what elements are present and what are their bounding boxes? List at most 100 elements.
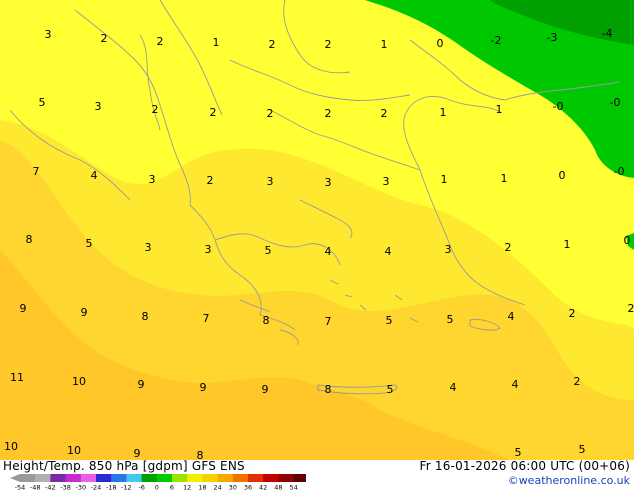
isotherm-label: 9 bbox=[262, 383, 269, 396]
scale-swatch bbox=[126, 474, 142, 482]
scale-swatch bbox=[263, 474, 279, 482]
isotherm-label: 4 bbox=[385, 245, 392, 258]
scale-swatch bbox=[65, 474, 82, 482]
isotherm-label: 5 bbox=[447, 313, 454, 326]
isotherm-label: 7 bbox=[203, 312, 210, 325]
scale-label: -24 bbox=[91, 484, 102, 490]
isotherm-label: 3 bbox=[95, 100, 102, 113]
isotherm-label: 7 bbox=[33, 165, 40, 178]
isotherm-label: 1 bbox=[501, 172, 508, 185]
isotherm-label: 8 bbox=[263, 314, 270, 327]
isotherm-label: -0 bbox=[610, 96, 621, 109]
scale-label: 42 bbox=[259, 484, 267, 490]
scale-label: -12 bbox=[121, 484, 132, 490]
scale-label: 6 bbox=[170, 484, 174, 490]
isotherm-label: 5 bbox=[515, 446, 522, 459]
scale-swatch bbox=[20, 474, 36, 482]
isotherm-label: 11 bbox=[10, 371, 24, 384]
scale-label: -6 bbox=[138, 484, 144, 490]
map-title: Height/Temp. 850 hPa [gdpm] GFS ENS bbox=[3, 459, 245, 473]
map-footer: Height/Temp. 850 hPa [gdpm] GFS ENS Fr 1… bbox=[0, 459, 634, 490]
isotherm-label: 1 bbox=[381, 38, 388, 51]
scale-swatch bbox=[217, 474, 234, 482]
isotherm-label: 7 bbox=[325, 315, 332, 328]
isotherm-label: 2 bbox=[157, 35, 164, 48]
isotherm-label: 1 bbox=[496, 103, 503, 116]
color-scale-legend: -54 -48 -42 -38 -30 -24 -18 -12 -6 0 6 12 18 24 30 36 42… bbox=[10, 474, 306, 490]
scale-label: 12 bbox=[183, 484, 191, 490]
isotherm-label: -0 bbox=[553, 100, 564, 113]
isotherm-label: 2 bbox=[325, 107, 332, 120]
scale-labels: -54 -48 -42 -38 -30 -24 -18 -12 -6 0 6 12 18 24 30 36 42… bbox=[15, 484, 298, 490]
isotherm-label: 8 bbox=[325, 383, 332, 396]
scale-swatch bbox=[187, 474, 203, 482]
isotherm-label: 1 bbox=[440, 106, 447, 119]
isotherm-label: 5 bbox=[386, 314, 393, 327]
isotherm-label: 2 bbox=[628, 302, 634, 315]
isotherm-label: 4 bbox=[91, 169, 98, 182]
scale-label: -30 bbox=[75, 484, 86, 490]
isotherm-label: 8 bbox=[142, 310, 149, 323]
isotherm-label: 3 bbox=[205, 243, 212, 256]
isotherm-label: 2 bbox=[325, 38, 332, 51]
scale-swatch bbox=[141, 474, 158, 482]
scale-swatch bbox=[50, 474, 66, 482]
isotherm-label: 4 bbox=[512, 378, 519, 391]
scale-label: 18 bbox=[198, 484, 206, 490]
scale-label: 30 bbox=[229, 484, 237, 490]
isotherm-label: 3 bbox=[145, 241, 152, 254]
scale-swatch bbox=[232, 474, 249, 482]
isotherm-label: 2 bbox=[569, 307, 576, 320]
isotherm-label: 2 bbox=[267, 107, 274, 120]
scale-swatch bbox=[111, 474, 127, 482]
isotherm-label: 2 bbox=[152, 103, 159, 116]
isotherm-label: 4 bbox=[508, 310, 515, 323]
isotherm-label: 5 bbox=[387, 383, 394, 396]
isotherm-label: 2 bbox=[210, 106, 217, 119]
scale-swatch bbox=[293, 474, 306, 482]
scale-swatch bbox=[172, 474, 188, 482]
scale-label: -18 bbox=[106, 484, 117, 490]
isotherm-label: 3 bbox=[149, 173, 156, 186]
scale-swatch bbox=[35, 474, 51, 482]
isotherm-label: 3 bbox=[445, 243, 452, 256]
isotherm-label: 2 bbox=[574, 375, 581, 388]
isotherm-label: 5 bbox=[86, 237, 93, 250]
isotherm-label: -4 bbox=[602, 27, 613, 40]
isotherm-label: 1 bbox=[564, 238, 571, 251]
scale-label: -38 bbox=[60, 484, 71, 490]
isotherm-label: 3 bbox=[383, 175, 390, 188]
scale-swatch bbox=[278, 474, 294, 482]
isotherm-label: 2 bbox=[381, 107, 388, 120]
scale-swatch bbox=[202, 474, 218, 482]
scale-label: 0 bbox=[155, 484, 159, 490]
isotherm-label: 3 bbox=[267, 175, 274, 188]
isotherm-label: 4 bbox=[450, 381, 457, 394]
isotherm-label: 3 bbox=[325, 176, 332, 189]
scale-swatch bbox=[248, 474, 264, 482]
isotherm-label: 0 bbox=[624, 234, 631, 247]
scale-label: 48 bbox=[274, 484, 282, 490]
scale-swatch bbox=[96, 474, 112, 482]
isotherm-label: 5 bbox=[265, 244, 272, 257]
site-credit[interactable]: ©weatheronline.co.uk bbox=[508, 474, 630, 487]
isotherm-label: 2 bbox=[207, 174, 214, 187]
isotherm-label: 5 bbox=[39, 96, 46, 109]
isotherm-label: -0 bbox=[614, 165, 625, 178]
scale-label: -54 bbox=[15, 484, 26, 490]
isotherm-label: 9 bbox=[81, 306, 88, 319]
isotherm-label: 1 bbox=[441, 173, 448, 186]
scale-label: 36 bbox=[244, 484, 252, 490]
isotherm-label: 3 bbox=[45, 28, 52, 41]
scale-label: -42 bbox=[45, 484, 56, 490]
isotherm-label: 9 bbox=[200, 381, 207, 394]
scale-label: 54 bbox=[289, 484, 297, 490]
isotherm-label: 10 bbox=[72, 375, 86, 388]
isotherm-label: 2 bbox=[269, 38, 276, 51]
scale-arrow-left bbox=[10, 474, 20, 482]
scale-swatch bbox=[156, 474, 173, 482]
isotherm-label: 2 bbox=[505, 241, 512, 254]
scale-swatch bbox=[80, 474, 97, 482]
isotherm-label: 10 bbox=[67, 444, 81, 457]
isotherm-label: 2 bbox=[101, 32, 108, 45]
